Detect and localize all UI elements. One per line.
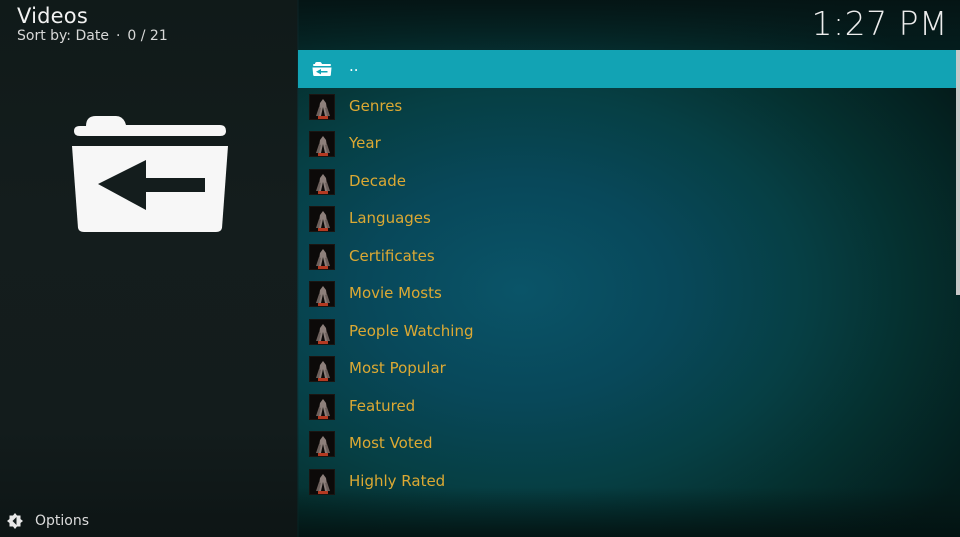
list-item-label: .. — [349, 57, 359, 75]
list-scrollbar[interactable] — [956, 50, 960, 295]
list-item[interactable]: Decade — [298, 163, 958, 201]
list-item-label: Certificates — [349, 246, 435, 265]
addon-thumbnail-icon — [309, 168, 335, 195]
list-item[interactable]: Genres — [298, 88, 958, 126]
list-item[interactable]: Languages — [298, 200, 958, 238]
list-item-label: Movie Mosts — [349, 284, 442, 302]
addon-thumbnail-icon — [309, 93, 335, 120]
list-item[interactable]: Featured — [298, 388, 958, 426]
list-item[interactable]: Most Voted — [298, 425, 958, 463]
options-label: Options — [35, 513, 90, 529]
list-item[interactable]: Movie Mosts — [298, 275, 958, 313]
list-item-parent-folder[interactable]: .. — [298, 50, 958, 88]
addon-thumbnail-icon — [309, 318, 335, 345]
list-item-label: Genres — [349, 96, 403, 115]
list-item[interactable]: Certificates — [298, 238, 958, 276]
separator-dot: · — [115, 28, 121, 44]
list-item[interactable]: Highly Rated — [298, 463, 958, 501]
list-item[interactable]: Year — [298, 125, 958, 163]
list-item-label: Languages — [349, 209, 431, 227]
item-position: 0 / 21 — [127, 28, 168, 44]
list-item-label: Most Voted — [349, 434, 433, 452]
list-item-label: People Watching — [349, 321, 474, 340]
clock: 1:27 PM — [811, 4, 948, 43]
list-item-label: Year — [349, 134, 381, 152]
list-item[interactable]: People Watching — [298, 313, 958, 351]
addon-thumbnail-icon — [309, 206, 335, 232]
addon-thumbnail-icon — [309, 281, 335, 307]
sort-label[interactable]: Sort by: Date — [17, 28, 109, 44]
options-button[interactable]: Options — [6, 511, 89, 531]
addon-thumbnail-icon — [309, 356, 335, 382]
sidebar-panel: Videos Sort by: Date · 0 / 21 Options — [0, 0, 298, 537]
folder-up-icon — [312, 62, 332, 76]
list-item-label: Decade — [349, 171, 406, 190]
list-item-label: Highly Rated — [349, 471, 446, 490]
addon-thumbnail-icon — [309, 468, 335, 495]
sort-info: Sort by: Date · 0 / 21 — [17, 28, 168, 44]
addon-thumbnail-icon — [309, 243, 335, 270]
addon-thumbnail-icon — [309, 131, 335, 157]
options-gear-icon — [7, 513, 23, 529]
list-item[interactable]: Most Popular — [298, 350, 958, 388]
list-item-label: Featured — [349, 396, 416, 415]
folder-back-icon — [72, 116, 228, 232]
addon-thumbnail-icon — [309, 431, 335, 457]
page-title: Videos — [17, 4, 88, 28]
list-item-label: Most Popular — [349, 359, 446, 377]
file-list: .. Genres Year Decade Languages Certific… — [298, 50, 958, 500]
addon-thumbnail-icon — [309, 393, 335, 420]
